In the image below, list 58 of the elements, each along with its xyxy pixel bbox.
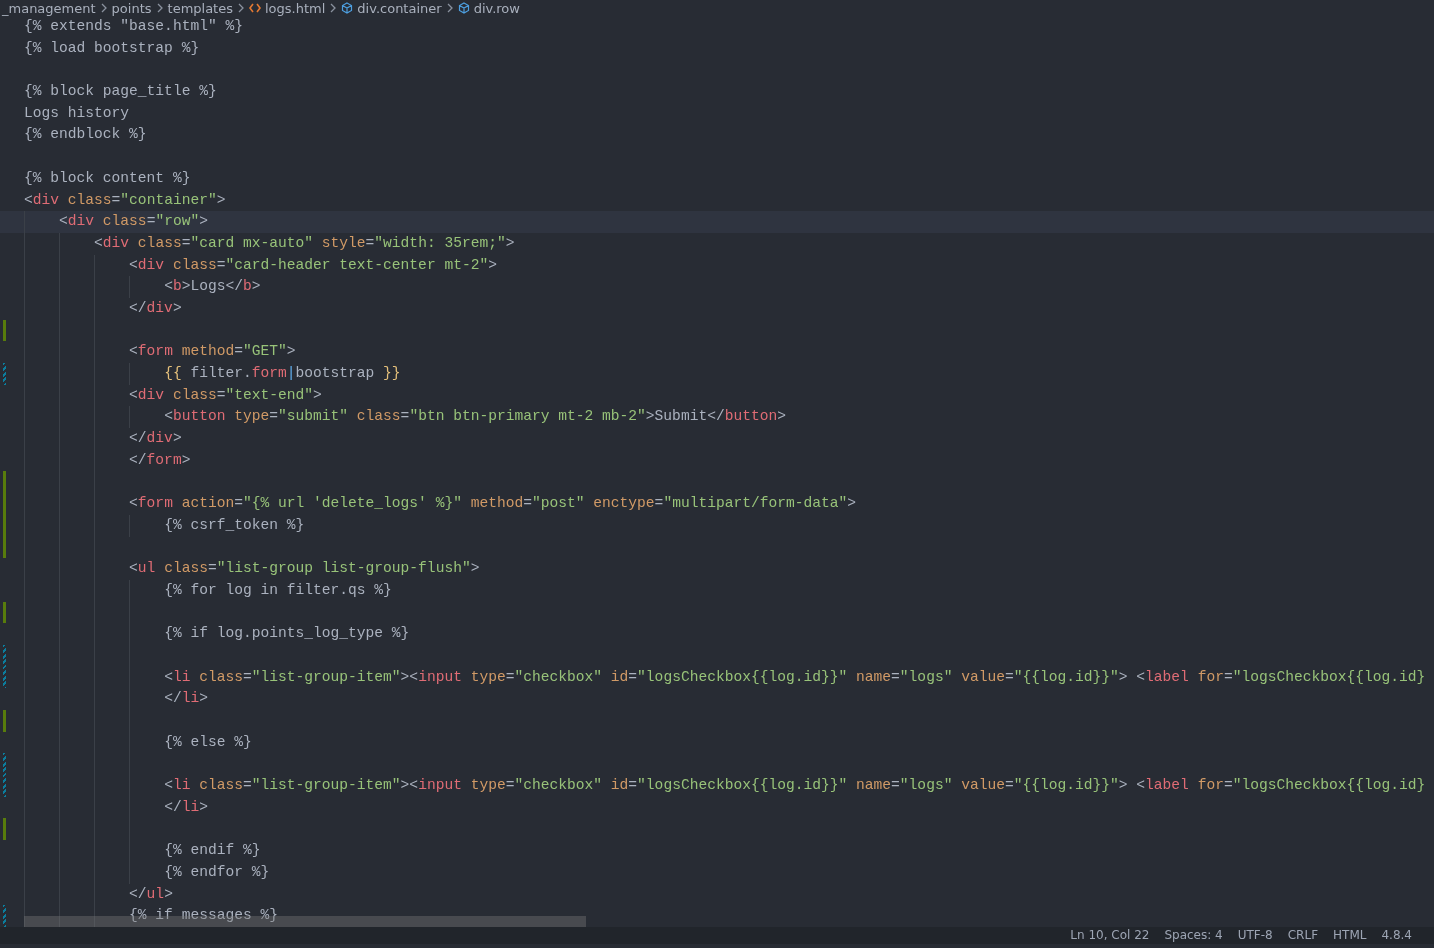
modified-line-marker [3,363,6,385]
code-line: {% block content %} [24,168,191,188]
code-line: <div class="card mx-auto" style="width: 35rem;"> [94,233,515,253]
chevron-icon [445,3,454,13]
code-line: <div class="card-header text-center mt-2"> [129,255,497,275]
code-line: </div> [129,429,182,449]
code-line: <div class="text-end"> [129,385,322,405]
code-line: {% endfor %} [164,862,270,882]
code-line: Logs history [24,103,130,123]
chevron-icon [237,3,245,13]
added-line-marker [3,601,6,624]
status-item[interactable]: UTF-8 [1237,928,1273,943]
breadcrumb-item[interactable]: templates [167,0,233,16]
code-line: <form method="GET"> [129,342,296,362]
breadcrumb-item[interactable]: div.row [473,0,520,16]
code-line: {{ filter.form|bootstrap }} [164,364,401,383]
code-line: <form action="{% url 'delete_logs' %}" method="post" enctype="multipart/form-data"> [129,494,857,514]
breadcrumb-item[interactable]: div.container [357,0,442,16]
status-item[interactable]: 4.8.4 [1381,928,1412,943]
added-line-marker [3,818,6,841]
code-line: <li class="list-group-item"><input type="checkbox" id="logsCheckbox{{log.id}}" name="logs" value="{{log.id}}"> <label for="logsCheckbox{{log.id} [164,667,1426,687]
code-line: {% endblock %} [24,125,147,145]
code-line: <b>Logs</b> [164,277,261,297]
status-item[interactable]: CRLF [1287,928,1319,943]
code-line: </div> [129,298,182,318]
status-item[interactable]: HTML [1333,928,1367,943]
code-line: {% block page_title %} [24,82,217,102]
chevron-icon [155,3,164,13]
code-line: <div class="row"> [59,212,208,232]
code-line: {% load bootstrap %} [24,38,200,58]
code-line: {% if messages %} [129,906,278,926]
code-line: <ul class="list-group list-group-flush"> [129,559,480,579]
code-line: <div class="container"> [24,190,226,210]
code-line: {% if log.points_log_type %} [164,624,410,644]
breadcrumb-item[interactable]: _management [2,0,96,16]
code-line: {% endif %} [164,841,261,861]
code-line: {% else %} [164,732,252,752]
added-line-marker [3,710,6,732]
code-line: {% csrf_token %} [164,515,305,535]
code-line: {% for log in filter.qs %} [164,580,392,600]
code-line: </li> [164,797,208,817]
status-item[interactable]: Ln 10, Col 22 [1070,928,1150,943]
code-file-icon [249,3,261,13]
code-line: <button type="submit" class="btn btn-primary mt-2 mb-2">Submit</button> [164,407,786,427]
breadcrumb-item[interactable]: points [111,0,152,16]
modified-line-marker [3,905,6,927]
cube-icon [457,2,470,14]
added-line-marker [3,319,6,342]
code-line: </form> [129,450,191,470]
code-line: {% extends "base.html" %} [24,17,243,36]
status-item[interactable]: Spaces: 4 [1164,928,1223,943]
code-line: </ul> [129,884,173,904]
code-line: <li class="list-group-item"><input type="checkbox" id="logsCheckbox{{log.id}}" name="logs" value="{{log.id}}"> <label for="logsCheckbox{{log.id} [164,776,1426,796]
breadcrumb-item[interactable]: logs.html [265,0,326,16]
cube-icon [341,2,354,14]
code-line: </li> [164,689,208,709]
chevron-icon [99,3,108,13]
chevron-icon [329,3,338,13]
